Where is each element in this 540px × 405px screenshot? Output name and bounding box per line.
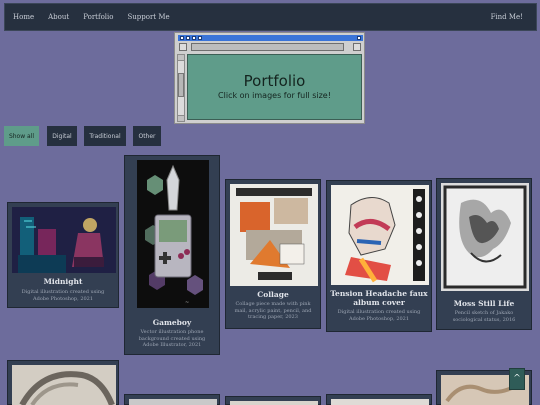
window-menu-icon: [353, 43, 361, 51]
portfolio-card-row2-4[interactable]: [326, 394, 432, 405]
window-dot-icon: [186, 36, 190, 40]
window-address-bar: [191, 43, 344, 51]
nav-link-home[interactable]: Home: [13, 13, 34, 21]
artwork-thumbnail[interactable]: [331, 185, 429, 285]
top-navbar: Home About Portfolio Support Me Find Me!: [4, 3, 537, 31]
artwork-thumbnail[interactable]: [129, 399, 217, 405]
window-close-icon: [357, 36, 361, 40]
filter-other-button[interactable]: Other: [133, 126, 161, 146]
window-content: Portfolio Click on images for full size!: [187, 54, 362, 120]
artwork-thumbnail[interactable]: ~: [137, 160, 209, 308]
scroll-down-icon: [178, 115, 184, 121]
card-title: Gameboy: [152, 318, 192, 327]
window-dot-icon: [192, 36, 196, 40]
card-title: Collage: [257, 290, 289, 299]
filter-digital-button[interactable]: Digital: [47, 126, 77, 146]
window-back-icon: [179, 43, 187, 51]
portfolio-card-gameboy[interactable]: ~ Gameboy Vector illustration phone back…: [124, 155, 220, 355]
portfolio-card-moss-still-life[interactable]: Moss Still Life Pencil sketch of Jakako …: [436, 178, 532, 330]
card-description: Collage piece made with pink mail, acryl…: [234, 301, 312, 320]
nav-links: Home About Portfolio Support Me: [13, 13, 184, 21]
window-scrollbar: [177, 54, 185, 122]
card-title: Midnight: [43, 277, 83, 286]
artwork-thumbnail[interactable]: [331, 399, 429, 405]
card-description: Pencil sketch of Jakako sociological sta…: [452, 310, 516, 323]
scroll-thumb: [178, 73, 184, 97]
card-description: Vector illustration phone background cre…: [138, 329, 206, 348]
portfolio-card-row2-3[interactable]: [225, 396, 321, 405]
portfolio-card-midnight[interactable]: Midnight Digital illustration created us…: [7, 202, 119, 308]
artwork-thumbnail[interactable]: [230, 401, 318, 405]
page-subtitle: Click on images for full size!: [218, 91, 331, 100]
card-title: Tension Headache faux album cover: [330, 289, 428, 307]
portfolio-window-banner: Portfolio Click on images for full size!: [174, 32, 365, 124]
window-titlebar: [178, 35, 363, 41]
filter-show-all-button[interactable]: Show all: [4, 126, 39, 146]
portfolio-card-row2-2[interactable]: [124, 394, 220, 405]
nav-link-about[interactable]: About: [48, 13, 69, 21]
card-description: Digital illustration created using Adobe…: [21, 289, 105, 302]
nav-link-portfolio[interactable]: Portfolio: [83, 13, 113, 21]
portfolio-card-collage[interactable]: Collage Collage piece made with pink mai…: [225, 179, 321, 329]
artwork-thumbnail[interactable]: [441, 183, 529, 291]
artwork-thumbnail[interactable]: [12, 207, 116, 273]
scroll-up-icon: [178, 55, 184, 61]
artwork-thumbnail[interactable]: [12, 365, 116, 405]
card-description: Digital illustration created using Adobe…: [337, 309, 421, 322]
card-title: Moss Still Life: [453, 299, 515, 308]
artwork-thumbnail[interactable]: [230, 184, 318, 286]
nav-link-support[interactable]: Support Me: [127, 13, 169, 21]
page-title: Portfolio: [243, 72, 306, 90]
svg-text:~: ~: [185, 300, 189, 306]
window-dot-icon: [198, 36, 202, 40]
nav-link-find-me[interactable]: Find Me!: [491, 13, 523, 21]
back-to-top-button[interactable]: ^: [509, 368, 525, 390]
filter-traditional-button[interactable]: Traditional: [84, 126, 126, 146]
portfolio-card-row2-1[interactable]: [7, 360, 119, 405]
portfolio-card-tension-headache[interactable]: Tension Headache faux album cover Digita…: [326, 180, 432, 332]
window-dot-icon: [180, 36, 184, 40]
